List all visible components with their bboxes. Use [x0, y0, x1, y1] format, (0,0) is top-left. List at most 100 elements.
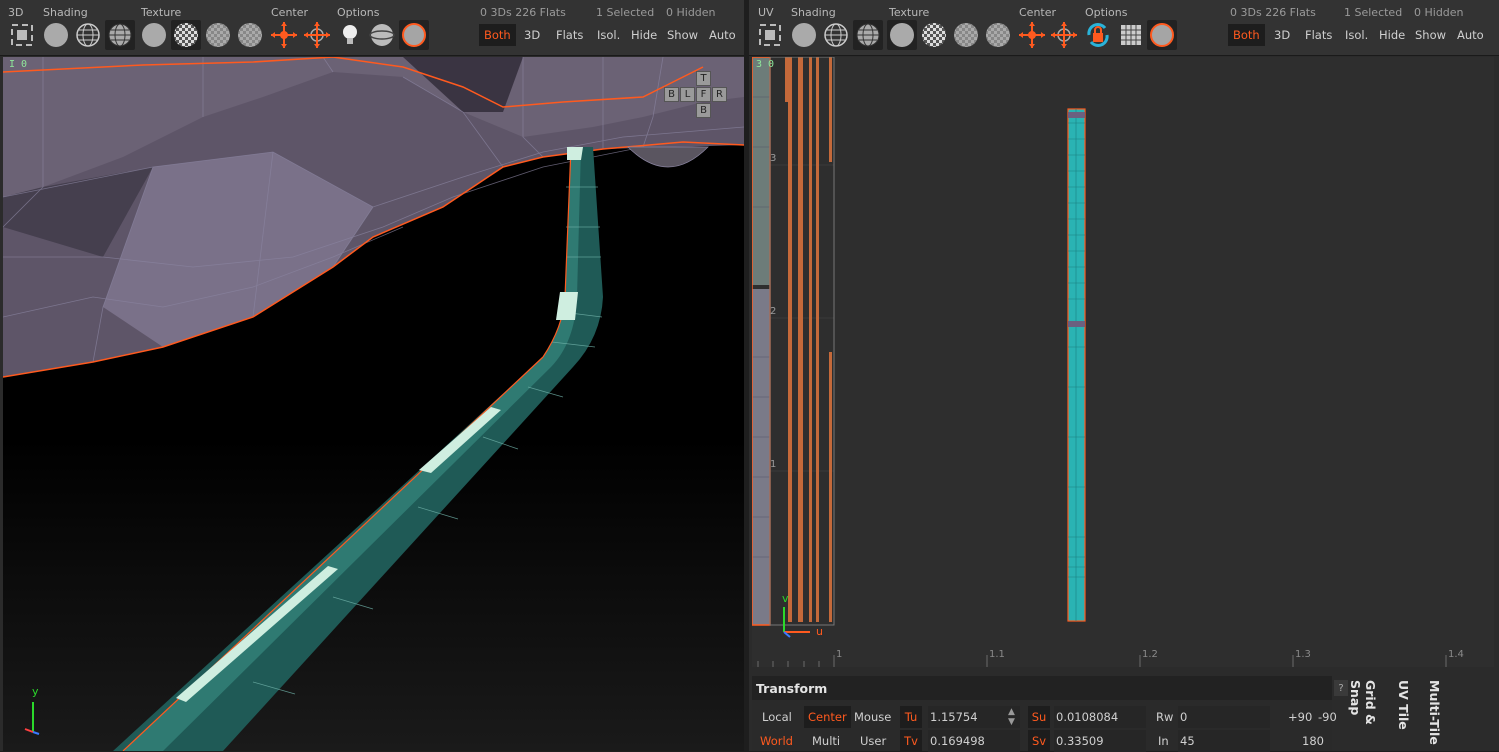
rotate-180-button[interactable]: 180	[1302, 730, 1324, 752]
rw-field[interactable]: 0	[1178, 706, 1270, 728]
uv-viewport[interactable]: 3 0 3 2 1 v u	[752, 57, 1494, 667]
texture-checker-dim2-button[interactable]	[235, 20, 265, 50]
cube-back[interactable]: B	[664, 87, 679, 102]
uv-center-target-button[interactable]	[1049, 20, 1079, 50]
frame-icon	[11, 24, 33, 46]
uv-grid-button[interactable]	[1116, 20, 1146, 50]
in-label: In	[1158, 734, 1169, 748]
viewport-3d-panel: 3D Shading Texture Center Options 0 3Ds …	[0, 0, 744, 751]
options-label: Options	[337, 6, 380, 19]
center-label: Center	[271, 6, 309, 19]
tab-uv-tile[interactable]: UV Tile	[1385, 678, 1411, 752]
uv-tile-strip-lower	[752, 289, 770, 625]
view-cube[interactable]: T B L F R B	[664, 71, 732, 121]
sphere-flat-icon	[142, 23, 166, 47]
uv-center-button[interactable]	[1017, 20, 1047, 50]
multi-toggle[interactable]: Multi	[812, 730, 840, 752]
texture-checker-button[interactable]	[171, 20, 201, 50]
center-toggle[interactable]: Center	[804, 706, 851, 728]
sv-field[interactable]: 0.33509	[1054, 730, 1146, 752]
pipe-selected-face	[567, 147, 583, 160]
uv-shading-solid-button[interactable]	[789, 20, 819, 50]
shading-wire-solid-button[interactable]	[105, 20, 135, 50]
both-button[interactable]: Both	[479, 24, 516, 46]
uv-lock-rotate-button[interactable]	[1083, 20, 1113, 50]
transform-help-button[interactable]: ?	[1334, 680, 1348, 696]
center-button[interactable]	[269, 20, 299, 50]
user-toggle[interactable]: User	[860, 730, 886, 752]
checker-icon	[922, 23, 946, 47]
shading-wire-button[interactable]	[73, 20, 103, 50]
axis-y-label: y	[32, 685, 39, 698]
texture-flat-button[interactable]	[139, 20, 169, 50]
u-tick-1-3: 1.3	[1295, 649, 1311, 660]
3d-viewport[interactable]: I 0 y T B L F R B	[3, 57, 744, 751]
checker-icon	[174, 23, 198, 47]
hide-button[interactable]: Hide	[626, 24, 662, 46]
uv-mode-label: UV	[758, 6, 774, 19]
rotate-minus-90-button[interactable]: -90	[1318, 706, 1337, 728]
u-tick-1-2: 1.2	[1142, 649, 1158, 660]
axis-u-label: u	[816, 625, 823, 638]
uv-hide-button[interactable]: Hide	[1374, 24, 1410, 46]
uv-flats-button[interactable]: Flats	[1300, 24, 1337, 46]
light-button[interactable]	[335, 20, 365, 50]
uv-shading-wire-solid-button[interactable]	[853, 20, 883, 50]
tu-field[interactable]: 1.15754	[928, 706, 1020, 728]
mouse-toggle[interactable]: Mouse	[854, 706, 891, 728]
world-toggle[interactable]: World	[760, 730, 793, 752]
uv-texture-checker-button[interactable]	[919, 20, 949, 50]
shading-solid-button[interactable]	[41, 20, 71, 50]
3d-scene	[3, 57, 744, 751]
uv-texture-flat-button[interactable]	[887, 20, 917, 50]
uv-canvas	[752, 57, 1086, 638]
shading-label: Shading	[43, 6, 88, 19]
cube-front[interactable]: F	[696, 87, 711, 102]
uv-texture-checker-dim2-button[interactable]	[983, 20, 1013, 50]
uv-center-label: Center	[1019, 6, 1057, 19]
uv-texture-checker-dim-button[interactable]	[951, 20, 981, 50]
cube-left[interactable]: L	[680, 87, 695, 102]
auto-button[interactable]: Auto	[704, 24, 741, 46]
lightbulb-icon	[343, 25, 357, 44]
uv-shells-orange	[785, 57, 832, 622]
material-ball-icon	[1150, 23, 1174, 47]
in-field[interactable]: 45	[1178, 730, 1270, 752]
u-tick-1: 1	[836, 649, 843, 660]
uv-axis-gizmo	[783, 607, 810, 638]
rw-label: Rw	[1156, 710, 1174, 724]
texture-checker-dim-button[interactable]	[203, 20, 233, 50]
uv-auto-button[interactable]: Auto	[1452, 24, 1489, 46]
center-target-button[interactable]	[302, 20, 332, 50]
uv-both-button[interactable]: Both	[1228, 24, 1265, 46]
uv-shell-cap-top	[1068, 112, 1085, 118]
su-field[interactable]: 0.0108084	[1054, 706, 1146, 728]
flats-button[interactable]: Flats	[551, 24, 588, 46]
frame-button[interactable]	[7, 20, 37, 50]
transform-header[interactable]: Transform	[752, 676, 1332, 700]
local-toggle[interactable]: Local	[762, 706, 792, 728]
uv-3d-button[interactable]: 3D	[1269, 24, 1295, 46]
cube-top[interactable]: T	[696, 71, 711, 86]
texture-label: Texture	[141, 6, 182, 19]
uv-shading-wire-button[interactable]	[821, 20, 851, 50]
tv-label: Tv	[900, 730, 922, 752]
isolate-button[interactable]: Isol.	[592, 24, 625, 46]
cube-bottom[interactable]: B	[696, 103, 711, 118]
tab-grid-snap[interactable]: Grid & Snap	[1348, 678, 1378, 752]
u-ruler-ticks	[757, 655, 1447, 667]
tu-spinner-icon[interactable]: ▲ ▼	[1008, 706, 1015, 728]
material-button[interactable]	[399, 20, 429, 50]
uv-frame-button[interactable]	[755, 20, 785, 50]
uv-material-button[interactable]	[1147, 20, 1177, 50]
tu-label: Tu	[900, 706, 922, 728]
3d-button[interactable]: 3D	[519, 24, 545, 46]
show-button[interactable]: Show	[662, 24, 703, 46]
uv-isolate-button[interactable]: Isol.	[1340, 24, 1373, 46]
cube-right[interactable]: R	[712, 87, 727, 102]
uv-show-button[interactable]: Show	[1410, 24, 1451, 46]
tab-multi-tile[interactable]: Multi-Tile	[1416, 678, 1442, 752]
tv-field[interactable]: 0.169498	[928, 730, 1020, 752]
rotate-plus-90-button[interactable]: +90	[1288, 706, 1312, 728]
ring-button[interactable]	[367, 20, 397, 50]
